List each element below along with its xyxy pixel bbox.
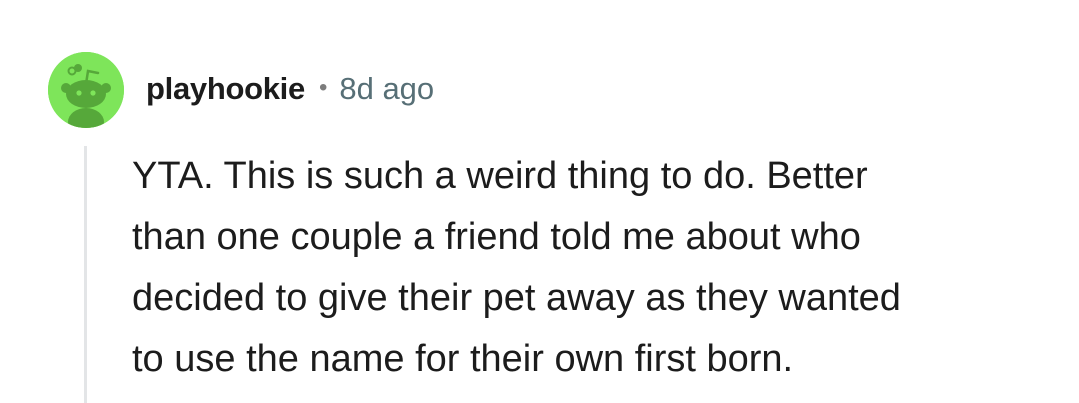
comment-body-line: YTA. This is such a weird thing to do. B… [132, 155, 868, 197]
reddit-snoo-avatar-icon [48, 52, 124, 128]
comment-body-line: to use the name for their own first born… [132, 338, 794, 380]
thread-line[interactable] [84, 146, 87, 403]
meta-separator: • [318, 74, 328, 101]
comment-meta: playhookie • 8d ago [146, 68, 434, 110]
comment-timestamp[interactable]: 8d ago [339, 71, 434, 107]
username-link[interactable]: playhookie [146, 71, 305, 107]
comment-body-line: than one couple a friend told me about w… [132, 216, 861, 258]
comment-body: YTA. This is such a weird thing to do. B… [132, 146, 1032, 390]
comment-body-line: decided to give their pet away as they w… [132, 277, 901, 319]
comment: playhookie • 8d ago YTA. This is such a … [0, 0, 1079, 403]
user-avatar[interactable] [48, 52, 124, 128]
